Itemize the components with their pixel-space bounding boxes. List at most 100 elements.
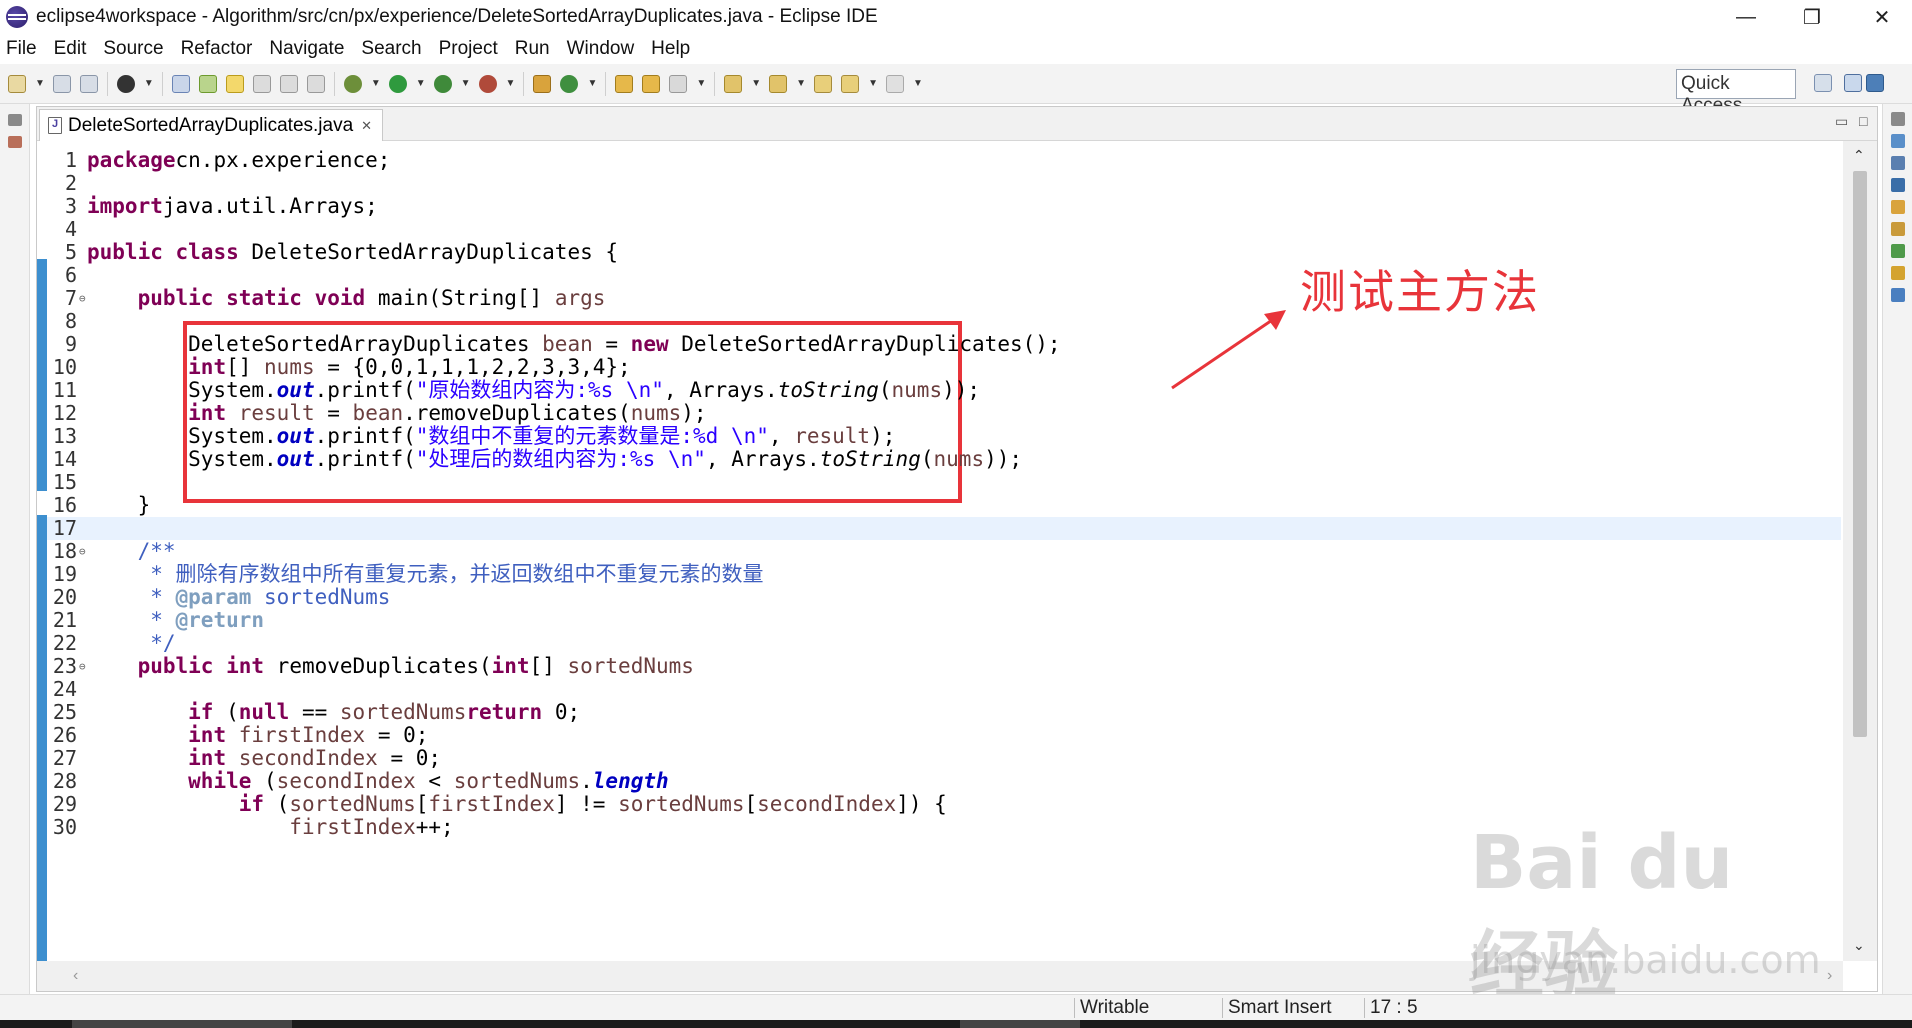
vertical-scrollbar[interactable]: ⌃ ⌄ xyxy=(1843,141,1877,961)
open-type-icon[interactable] xyxy=(615,74,634,93)
code-line[interactable]: 14 System.out.printf("处理后的数组内容为:%s \n", … xyxy=(47,448,1841,471)
external-tools-icon[interactable] xyxy=(478,74,497,93)
chevron-down-icon[interactable]: ▼ xyxy=(506,78,516,89)
menu-refactor[interactable]: Refactor xyxy=(181,38,253,60)
menu-window[interactable]: Window xyxy=(567,38,635,60)
code-line[interactable]: 7 ⊖ public static void main(String[] args xyxy=(47,287,1841,310)
mark-icon[interactable] xyxy=(198,74,217,93)
code-line[interactable]: 9 DeleteSortedArrayDuplicates bean = new… xyxy=(47,333,1841,356)
menu-help[interactable]: Help xyxy=(651,38,690,60)
new-class-icon[interactable] xyxy=(560,74,579,93)
task-list-icon[interactable] xyxy=(1890,134,1905,148)
status-insert-mode[interactable]: Smart Insert xyxy=(1228,997,1331,1019)
taskbar-item[interactable] xyxy=(72,1020,292,1028)
taskbar-item[interactable] xyxy=(960,1020,1080,1028)
menu-run[interactable]: Run xyxy=(515,38,550,60)
fold-toggle-icon[interactable]: ⊖ xyxy=(79,655,86,678)
chevron-down-icon[interactable]: ▼ xyxy=(587,78,597,89)
menu-navigate[interactable]: Navigate xyxy=(269,38,344,60)
package-explorer-icon[interactable] xyxy=(7,136,22,148)
forward-icon[interactable] xyxy=(885,74,904,93)
search-view-icon[interactable] xyxy=(1890,222,1905,236)
fold-toggle-icon[interactable]: ⊖ xyxy=(79,540,86,563)
last-edit-icon[interactable] xyxy=(814,74,833,93)
outline-icon[interactable] xyxy=(1890,156,1905,170)
problems-icon[interactable] xyxy=(1890,266,1905,280)
chevron-down-icon[interactable]: ▼ xyxy=(913,78,923,89)
code-line[interactable]: 29 if (sortedNums[firstIndex] != sortedN… xyxy=(47,793,1841,816)
next-annotation-icon[interactable] xyxy=(724,74,743,93)
java-perspective-icon[interactable] xyxy=(1866,74,1884,92)
scroll-up-icon[interactable]: ⌃ xyxy=(1853,147,1865,164)
code-line[interactable]: 6 xyxy=(47,264,1841,287)
open-perspective-icon[interactable] xyxy=(1814,74,1832,92)
block-select-icon[interactable] xyxy=(252,74,271,93)
save-all-icon[interactable] xyxy=(79,74,98,93)
code-line[interactable]: 21 * @return xyxy=(47,609,1841,632)
whitespace-icon[interactable] xyxy=(279,74,298,93)
code-line[interactable]: 10 int[] nums = {0,0,1,1,1,2,2,3,3,4}; xyxy=(47,356,1841,379)
chevron-down-icon[interactable]: ▼ xyxy=(371,78,381,89)
publish-icon[interactable] xyxy=(116,74,135,93)
code-line[interactable]: 11 System.out.printf("原始数组内容为:%s \n", Ar… xyxy=(47,379,1841,402)
toggle-icon[interactable] xyxy=(171,74,190,93)
code-line[interactable]: 25 if (null == sortedNumsreturn 0; xyxy=(47,701,1841,724)
code-line[interactable]: 28 while (secondIndex < sortedNums.lengt… xyxy=(47,770,1841,793)
editor-minimize-icon[interactable]: ▭ xyxy=(1835,113,1848,130)
menu-file[interactable]: File xyxy=(6,38,37,60)
code-line[interactable]: 17 xyxy=(47,517,1841,540)
back-icon[interactable] xyxy=(841,74,860,93)
save-icon[interactable] xyxy=(52,74,71,93)
open-task-icon[interactable] xyxy=(642,74,661,93)
quick-access-field[interactable]: Quick Access xyxy=(1676,69,1796,116)
tab-close-icon[interactable]: ✕ xyxy=(361,118,372,134)
code-line[interactable]: 4 xyxy=(47,218,1841,241)
editor-maximize-icon[interactable]: □ xyxy=(1859,113,1867,129)
chevron-down-icon[interactable]: ▼ xyxy=(751,78,761,89)
scroll-thumb[interactable] xyxy=(1853,171,1867,737)
declaration-icon[interactable] xyxy=(1890,200,1905,214)
code-line[interactable]: 8 xyxy=(47,310,1841,333)
fold-toggle-icon[interactable]: ⊖ xyxy=(79,287,86,310)
new-file-icon[interactable] xyxy=(8,74,26,93)
chevron-down-icon[interactable]: ▼ xyxy=(416,78,426,89)
debug-icon[interactable] xyxy=(343,74,362,93)
code-line[interactable]: 15 xyxy=(47,471,1841,494)
code-line[interactable]: 2 xyxy=(47,172,1841,195)
java-ee-perspective-icon[interactable] xyxy=(1844,74,1862,92)
code-line[interactable]: 22 */ xyxy=(47,632,1841,655)
tab-deletesortedarrayduplicates[interactable]: DeleteSortedArrayDuplicates.java ✕ xyxy=(39,109,384,141)
javadoc-icon[interactable] xyxy=(1890,178,1905,192)
menu-source[interactable]: Source xyxy=(103,38,163,60)
code-line[interactable]: 19 * 删除有序数组中所有重复元素，并返回数组中不重复元素的数量 xyxy=(47,563,1841,586)
restore-button[interactable]: ❐ xyxy=(1782,0,1842,34)
coverage-icon[interactable] xyxy=(433,74,452,93)
code-line[interactable]: 13 System.out.printf("数组中不重复的元素数量是:%d \n… xyxy=(47,425,1841,448)
chevron-down-icon[interactable]: ▼ xyxy=(144,78,154,89)
code-line[interactable]: 27 int secondIndex = 0; xyxy=(47,747,1841,770)
scroll-left-icon[interactable]: ‹ xyxy=(73,967,78,985)
status-cursor-position[interactable]: 17 : 5 xyxy=(1370,997,1418,1019)
menu-search[interactable]: Search xyxy=(361,38,421,60)
run-icon[interactable] xyxy=(388,74,407,93)
code-line[interactable]: 23 ⊖ public int removeDuplicates(int[] so… xyxy=(47,655,1841,678)
new-package-icon[interactable] xyxy=(533,74,552,93)
minimize-button[interactable]: — xyxy=(1716,0,1776,34)
scroll-down-icon[interactable]: ⌄ xyxy=(1853,937,1865,954)
code-line[interactable]: 20 * @param sortedNums xyxy=(47,586,1841,609)
console-icon[interactable] xyxy=(1890,244,1905,258)
menu-project[interactable]: Project xyxy=(439,38,498,60)
chevron-down-icon[interactable]: ▼ xyxy=(35,78,45,89)
code-line[interactable]: 24 xyxy=(47,678,1841,701)
chevron-down-icon[interactable]: ▼ xyxy=(868,78,878,89)
code-line[interactable]: 16 } xyxy=(47,494,1841,517)
code-line[interactable]: 3 importjava.util.Arrays; xyxy=(47,195,1841,218)
chevron-down-icon[interactable]: ▼ xyxy=(696,78,706,89)
code-line[interactable]: 26 int firstIndex = 0; xyxy=(47,724,1841,747)
code-line[interactable]: 18 ⊖ /** xyxy=(47,540,1841,563)
code-line[interactable]: 12 int result = bean.removeDuplicates(nu… xyxy=(47,402,1841,425)
restore-icon[interactable] xyxy=(1890,112,1905,126)
search-icon[interactable] xyxy=(669,74,688,93)
code-line[interactable]: 5 public class DeleteSortedArrayDuplicate… xyxy=(47,241,1841,264)
pilcrow-icon[interactable] xyxy=(306,74,325,93)
